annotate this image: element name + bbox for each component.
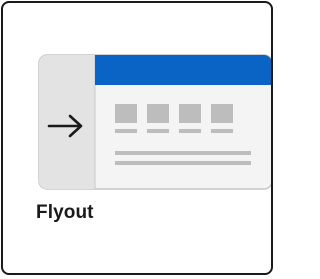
card-title: Flyout: [36, 202, 94, 223]
header-accent-bar: [95, 55, 271, 85]
flyout-template-card[interactable]: Flyout: [1, 1, 273, 275]
flyout-side-panel: [39, 55, 95, 189]
flyout-layout-illustration-icon: [38, 54, 271, 190]
